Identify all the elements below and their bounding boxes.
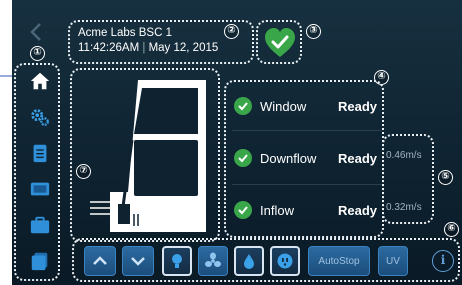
callout-6: ⑥ xyxy=(444,222,459,237)
outlet-icon xyxy=(277,253,293,269)
overall-status[interactable] xyxy=(256,20,302,64)
monitor-icon xyxy=(30,182,50,196)
chevron-up-icon xyxy=(93,256,107,265)
drop-icon xyxy=(244,254,254,269)
date-text: May 12, 2015 xyxy=(148,42,219,54)
folder-icon xyxy=(30,216,50,234)
status-row-downflow: Downflow Ready xyxy=(226,138,386,178)
settings-button[interactable] xyxy=(26,103,54,131)
status-value: Ready xyxy=(338,150,378,166)
time-date-separator: | xyxy=(142,42,146,54)
uv-button[interactable]: UV xyxy=(378,246,408,276)
date-time: 11:42:26AM | May 12, 2015 xyxy=(78,42,218,54)
status-row-inflow: Inflow Ready xyxy=(226,190,386,230)
status-row-window: Window Ready xyxy=(226,86,386,126)
log-button[interactable] xyxy=(26,139,54,167)
status-list: Window Ready Downflow Ready Inflow Ready xyxy=(224,80,384,238)
cabinet-illustration xyxy=(90,80,206,232)
fan-button[interactable] xyxy=(198,246,228,276)
callout-2: ② xyxy=(224,24,239,39)
status-label: Inflow xyxy=(260,202,294,218)
screen: ① Acme Labs BSC 1 11:42:26AM | May 12, 2… xyxy=(12,0,462,285)
back-chevron-icon[interactable] xyxy=(29,22,43,42)
sidebar xyxy=(14,63,60,281)
fan-icon xyxy=(205,252,221,267)
chevron-down-icon xyxy=(131,257,145,266)
callout-1: ① xyxy=(30,46,45,61)
clipboard-icon xyxy=(33,144,47,163)
gears-icon xyxy=(31,109,49,126)
display-button[interactable] xyxy=(26,175,54,203)
status-value: Ready xyxy=(338,202,378,218)
home-button[interactable] xyxy=(26,67,54,95)
status-label: Downflow xyxy=(260,150,317,166)
divider xyxy=(232,184,382,185)
control-bar: AutoStop UV i xyxy=(72,238,460,282)
autostop-button[interactable]: AutoStop xyxy=(308,246,370,276)
heart-check-icon xyxy=(265,28,295,57)
scroll-down-button[interactable] xyxy=(122,246,154,276)
outlet-button[interactable] xyxy=(270,246,300,276)
cabinet-diagram xyxy=(70,68,220,242)
cards-icon xyxy=(31,252,48,271)
callout-5: ⑤ xyxy=(438,170,453,185)
scroll-up-button[interactable] xyxy=(84,246,116,276)
divider xyxy=(232,130,382,131)
downflow-velocity: 0.46m/s xyxy=(386,150,422,161)
sidebar-callout-tick xyxy=(0,75,12,77)
info-icon[interactable]: i xyxy=(432,250,454,272)
light-bulb-icon xyxy=(172,254,182,268)
light-button[interactable] xyxy=(162,246,192,276)
gas-valve-button[interactable] xyxy=(234,246,264,276)
check-icon xyxy=(234,97,252,115)
tools-button[interactable] xyxy=(26,211,54,239)
device-name: Acme Labs BSC 1 xyxy=(78,27,172,39)
check-icon xyxy=(234,149,252,167)
status-value: Ready xyxy=(338,98,378,114)
time-text: 11:42:26AM xyxy=(78,42,140,54)
check-icon xyxy=(234,201,252,219)
home-icon xyxy=(30,72,50,90)
callout-3: ③ xyxy=(306,24,321,39)
velocity-readouts: 0.46m/s 0.32m/s xyxy=(382,134,434,224)
records-button[interactable] xyxy=(26,247,54,275)
status-label: Window xyxy=(260,98,307,114)
inflow-velocity: 0.32m/s xyxy=(386,202,422,213)
